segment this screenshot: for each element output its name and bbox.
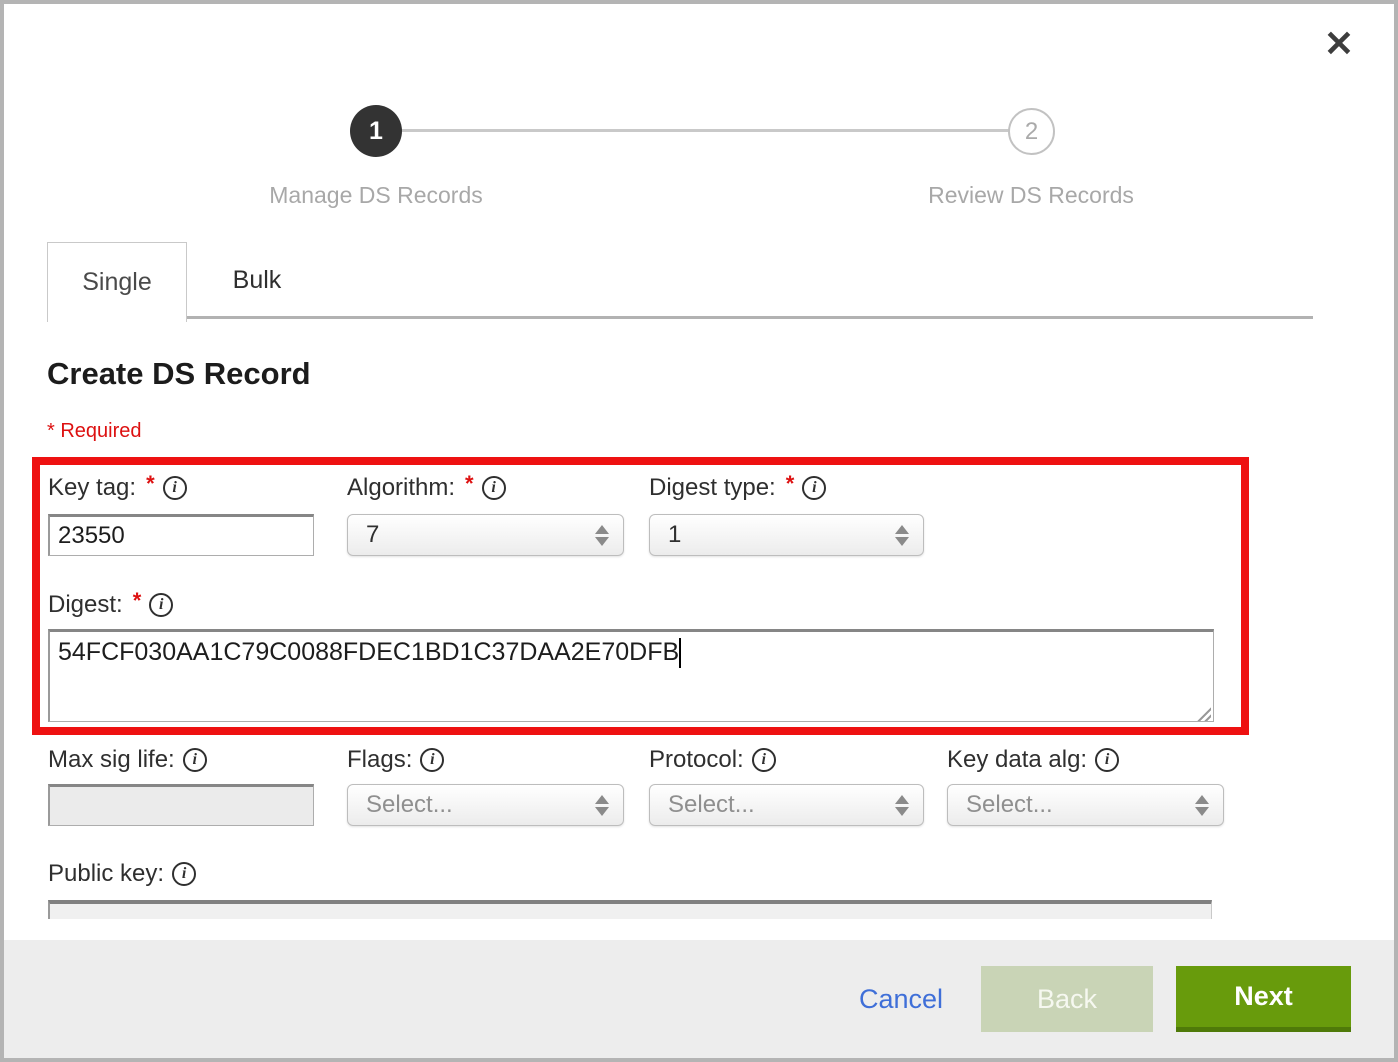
protocol-label: Protocol: i xyxy=(649,746,924,774)
flags-selected-value: Select... xyxy=(366,791,453,819)
digest-label-text: Digest: xyxy=(48,591,123,619)
step-2-indicator: 2 xyxy=(1008,108,1055,155)
protocol-field: Protocol: i Select... xyxy=(649,746,924,826)
digest-field: 54FCF030AA1C79C0088FDEC1BD1C37DAA2E70DFB xyxy=(48,629,1214,727)
key-data-alg-label-text: Key data alg: xyxy=(947,746,1087,774)
next-button[interactable]: Next xyxy=(1176,966,1351,1032)
flags-label-text: Flags: xyxy=(347,746,412,774)
key-tag-input[interactable] xyxy=(48,514,314,556)
protocol-select[interactable]: Select... xyxy=(649,784,924,826)
algorithm-selected-value: 7 xyxy=(366,521,379,549)
select-arrows-icon xyxy=(1195,795,1209,816)
optional-fields-row: Max sig life: i Flags: i Select... Proto… xyxy=(48,746,1224,826)
key-data-alg-selected-value: Select... xyxy=(966,791,1053,819)
step-1-label: Manage DS Records xyxy=(269,182,483,209)
required-note: * Required xyxy=(47,420,142,443)
required-asterisk: * xyxy=(146,471,155,497)
protocol-selected-value: Select... xyxy=(668,791,755,819)
key-data-alg-field: Key data alg: i Select... xyxy=(947,746,1224,826)
info-icon[interactable]: i xyxy=(172,862,196,886)
required-asterisk: * xyxy=(465,471,474,497)
algorithm-field: Algorithm: * i 7 xyxy=(347,474,624,556)
digest-textarea[interactable]: 54FCF030AA1C79C0088FDEC1BD1C37DAA2E70DFB xyxy=(48,629,1214,722)
digest-type-label-text: Digest type: xyxy=(649,474,776,502)
select-arrows-icon xyxy=(595,795,609,816)
key-tag-label: Key tag: * i xyxy=(48,474,314,502)
info-icon[interactable]: i xyxy=(1095,748,1119,772)
public-key-label-text: Public key: xyxy=(48,860,164,888)
public-key-field: Public key: i xyxy=(48,860,1212,919)
algorithm-label-text: Algorithm: xyxy=(347,474,455,502)
algorithm-select[interactable]: 7 xyxy=(347,514,624,556)
tab-single[interactable]: Single xyxy=(47,242,187,322)
create-ds-record-dialog: ✕ 1 2 Manage DS Records Review DS Record… xyxy=(0,0,1398,1062)
digest-type-field: Digest type: * i 1 xyxy=(649,474,924,556)
select-arrows-icon xyxy=(595,525,609,546)
max-sig-life-input xyxy=(48,784,314,826)
max-sig-life-label-text: Max sig life: xyxy=(48,746,175,774)
flags-select[interactable]: Select... xyxy=(347,784,624,826)
tab-bar: Single Bulk xyxy=(47,242,1313,319)
back-button[interactable]: Back xyxy=(981,966,1153,1032)
digest-type-label: Digest type: * i xyxy=(649,474,924,502)
select-arrows-icon xyxy=(895,525,909,546)
annotation-highlight-box: Key tag: * i Algorithm: * i 7 xyxy=(32,457,1249,735)
page-title: Create DS Record xyxy=(47,356,311,392)
key-tag-label-text: Key tag: xyxy=(48,474,136,502)
key-tag-field: Key tag: * i xyxy=(48,474,314,556)
stepper-connector-line xyxy=(394,129,1016,132)
close-icon[interactable]: ✕ xyxy=(1324,26,1354,62)
text-cursor xyxy=(679,638,681,668)
step-2-label: Review DS Records xyxy=(928,182,1134,209)
max-sig-life-label: Max sig life: i xyxy=(48,746,314,774)
info-icon[interactable]: i xyxy=(752,748,776,772)
dialog-footer: Cancel Back Next xyxy=(4,940,1394,1058)
max-sig-life-field: Max sig life: i xyxy=(48,746,314,826)
required-asterisk: * xyxy=(133,588,142,614)
flags-label: Flags: i xyxy=(347,746,624,774)
key-data-alg-label: Key data alg: i xyxy=(947,746,1224,774)
key-data-alg-select[interactable]: Select... xyxy=(947,784,1224,826)
info-icon[interactable]: i xyxy=(482,476,506,500)
tab-bulk[interactable]: Bulk xyxy=(187,242,327,319)
digest-label: Digest: * i xyxy=(48,591,1241,619)
info-icon[interactable]: i xyxy=(183,748,207,772)
digest-type-selected-value: 1 xyxy=(668,521,681,549)
public-key-label: Public key: i xyxy=(48,860,1212,888)
public-key-textarea[interactable] xyxy=(48,900,1212,919)
digest-type-select[interactable]: 1 xyxy=(649,514,924,556)
required-asterisk: * xyxy=(786,471,795,497)
cancel-link[interactable]: Cancel xyxy=(859,984,943,1015)
info-icon[interactable]: i xyxy=(149,593,173,617)
flags-field: Flags: i Select... xyxy=(347,746,624,826)
step-1-indicator: 1 xyxy=(350,105,402,157)
info-icon[interactable]: i xyxy=(163,476,187,500)
info-icon[interactable]: i xyxy=(802,476,826,500)
select-arrows-icon xyxy=(895,795,909,816)
protocol-label-text: Protocol: xyxy=(649,746,744,774)
public-key-clip xyxy=(48,900,1212,919)
info-icon[interactable]: i xyxy=(420,748,444,772)
algorithm-label: Algorithm: * i xyxy=(347,474,624,502)
